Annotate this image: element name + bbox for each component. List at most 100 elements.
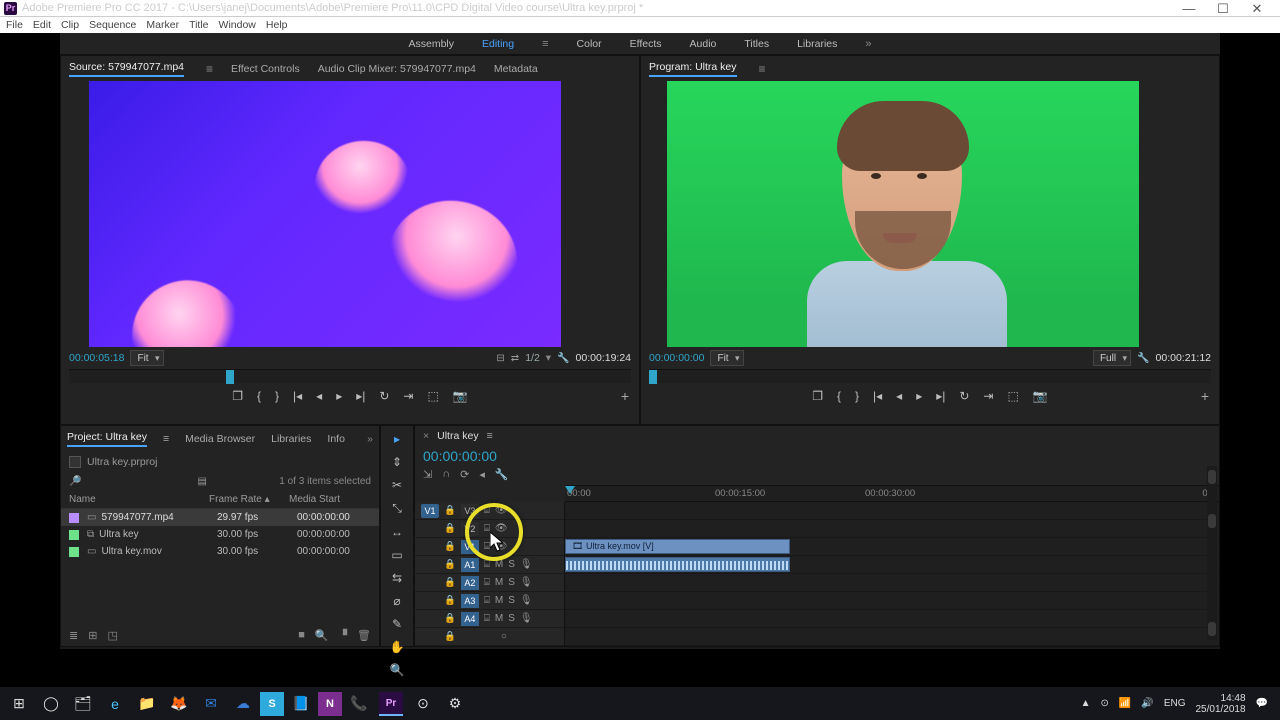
play-icon[interactable]: ▸ [916,389,922,403]
program-res-select[interactable]: Full [1093,350,1131,366]
menu-sequence[interactable]: Sequence [89,19,136,31]
col-name[interactable]: Name [69,494,209,505]
video-clip[interactable]: 🎞 Ultra key.mov [V] [565,539,790,554]
col-framerate[interactable]: Frame Rate ▴ [209,494,289,505]
audio-clip[interactable] [565,557,790,572]
tray-overflow-icon[interactable]: ▲ [1081,698,1091,709]
source-settings-icon[interactable]: ⇄ [511,353,519,364]
mark-in-icon[interactable]: ❐ [232,389,243,403]
tab-source[interactable]: Source: 579947077.mp4 [69,61,184,77]
cortana-icon[interactable]: ◯ [36,690,66,718]
network-icon[interactable]: 📶 [1119,698,1131,709]
source-res-icon[interactable]: ⊟ [496,353,504,364]
linked-sel-icon[interactable]: ∩ [442,468,450,481]
ws-libraries[interactable]: Libraries [797,38,837,50]
search-icon[interactable]: 🔎 [69,476,81,487]
step-back-icon[interactable]: ◂ [316,389,322,403]
step-fwd-icon[interactable]: ▸| [356,389,365,403]
ws-audio[interactable]: Audio [690,38,717,50]
program-current-timecode[interactable]: 00:00:00:00 [649,352,704,364]
tab-info[interactable]: Info [327,433,345,445]
ws-color[interactable]: Color [577,38,602,50]
snap-icon[interactable]: ⇲ [423,468,432,481]
slide-tool-icon[interactable]: ⌀ [393,594,400,608]
lift-icon[interactable]: ⇥ [983,389,993,403]
wrench-icon[interactable]: 🔧 [557,353,569,364]
source-video-view[interactable] [89,81,561,347]
language-indicator[interactable]: ENG [1164,698,1186,709]
task-view-icon[interactable]: 🗂 [68,690,98,718]
clock-date[interactable]: 25/01/2018 [1195,704,1245,715]
project-item[interactable]: ⧉Ultra key 30.00 fps 00:00:00:00 [61,526,379,543]
export-frame-icon[interactable]: 📷 [453,389,468,403]
camtasia-icon[interactable]: ⊙ [408,690,438,718]
source-zoom-select[interactable]: Fit [130,350,163,366]
outlook-icon[interactable]: ✉ [196,690,226,718]
menu-help[interactable]: Help [266,19,288,31]
program-zoom-select[interactable]: Fit [710,350,743,366]
window-close-button[interactable]: ✕ [1240,1,1274,17]
tab-audio-mixer[interactable]: Audio Clip Mixer: 579947077.mp4 [318,63,476,75]
button-editor-icon[interactable]: + [1201,388,1209,404]
tab-project[interactable]: Project: Ultra key [67,431,147,447]
insert-icon[interactable]: ⇥ [403,389,413,403]
go-to-in-icon[interactable]: |◂ [293,389,302,403]
rate-stretch-tool-icon[interactable]: ↔ [391,525,403,539]
go-to-out-icon[interactable]: ↻ [379,389,389,403]
snagit-icon[interactable]: S [260,692,284,716]
tl-settings-icon[interactable]: ◂ [479,468,485,481]
track-header-v3[interactable]: V1🔒V3⌸👁 [415,502,564,520]
settings-icon[interactable]: ⚙ [440,690,470,718]
tl-wrench-icon[interactable]: 🔧 [495,468,509,481]
go-to-out-icon[interactable]: ↻ [959,389,969,403]
menu-window[interactable]: Window [219,19,256,31]
col-mediastart[interactable]: Media Start [289,494,371,505]
ws-editing[interactable]: Editing [482,38,514,50]
clock-time[interactable]: 14:48 [1221,693,1246,704]
ws-titles[interactable]: Titles [744,38,769,50]
menu-title[interactable]: Title [189,19,208,31]
track-header-a3[interactable]: 🔒A3⌸MS🎙 [415,592,564,610]
step-fwd-icon[interactable]: ▸| [936,389,945,403]
skype-icon[interactable]: 📞 [344,690,374,718]
menu-marker[interactable]: Marker [146,19,179,31]
project-item[interactable]: ▭579947077.mp4 29.97 fps 00:00:00:00 [61,509,379,526]
track-header-a2[interactable]: 🔒A2⌸MS🎙 [415,574,564,592]
rolling-tool-icon[interactable]: ⤡ [392,501,402,516]
track-header-v2[interactable]: 🔒V2⌸👁 [415,520,564,538]
program-tab-menu-icon[interactable]: ≡ [759,64,766,74]
onenote-icon[interactable]: N [318,692,342,716]
play-icon[interactable]: ▸ [336,389,342,403]
tab-media-browser[interactable]: Media Browser [185,433,255,445]
source-playback-res[interactable]: 1/2 [525,352,540,364]
timeline-ruler[interactable]: 00:00 00:00:15:00 00:00:30:00 00 [565,485,1219,502]
razor-tool-icon[interactable]: ▭ [391,548,402,562]
edge-icon[interactable]: e [100,690,130,718]
selection-tool-icon[interactable]: ▸ [394,432,400,446]
menu-file[interactable]: File [6,19,23,31]
program-video-view[interactable] [667,81,1139,347]
out-bracket-icon[interactable]: } [275,389,279,403]
tab-metadata[interactable]: Metadata [494,63,538,75]
go-to-in-icon[interactable]: |◂ [873,389,882,403]
project-overflow-icon[interactable]: » [367,433,373,445]
freeform-view-icon[interactable]: ◳ [107,629,117,642]
track-body[interactable]: 🎞 Ultra key.mov [V] [565,502,1219,646]
overwrite-icon[interactable]: ⬚ [427,389,438,403]
ws-assembly[interactable]: Assembly [408,38,454,50]
start-button[interactable]: ⊞ [4,690,34,718]
ripple-tool-icon[interactable]: ✂ [392,478,402,492]
marker-icon[interactable]: ⟳ [460,468,469,481]
project-columns[interactable]: Name Frame Rate ▴ Media Start [61,491,379,509]
timeline-tab-menu-icon[interactable]: ≡ [487,430,493,442]
icon-view-icon[interactable]: ⊞ [88,629,97,642]
premiere-taskbar-icon[interactable]: Pr [379,692,403,716]
tab-program[interactable]: Program: Ultra key [649,61,737,77]
track-select-tool-icon[interactable]: ⇕ [392,455,402,469]
ws-editing-menu-icon[interactable]: ≡ [542,38,548,50]
in-bracket-icon[interactable]: { [837,389,841,403]
project-item[interactable]: ▭Ultra key.mov 30.00 fps 00:00:00:00 [61,543,379,560]
new-item-icon[interactable]: ■ [298,629,305,642]
step-back-icon[interactable]: ◂ [896,389,902,403]
slip-tool-icon[interactable]: ⇆ [392,571,402,585]
